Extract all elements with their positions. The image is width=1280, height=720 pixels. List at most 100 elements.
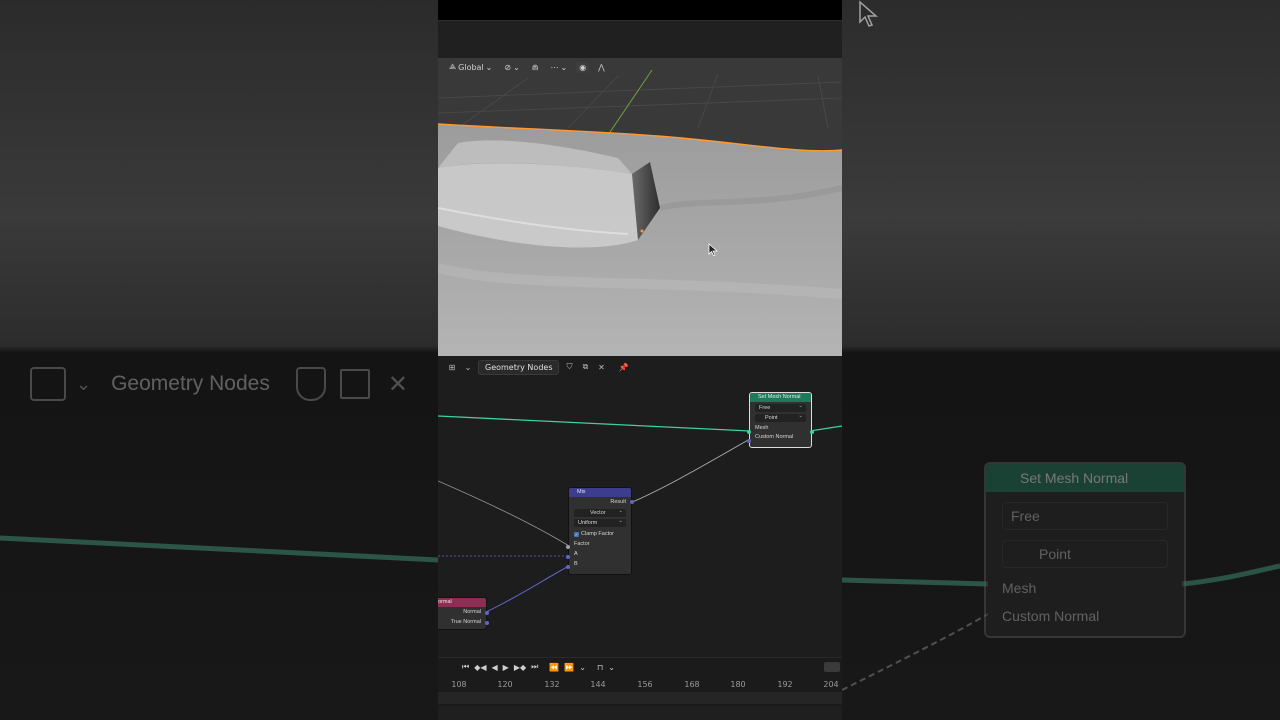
mesh-input-socket[interactable]	[747, 430, 751, 434]
set-mesh-normal-node[interactable]: Set Mesh Normal Free Point Mesh Custom N…	[747, 392, 814, 448]
clamp-factor-row[interactable]: ✓ Clamp Factor	[569, 529, 631, 539]
jump-start-icon[interactable]: ⏮	[462, 662, 469, 672]
timeline-track[interactable]	[438, 692, 842, 704]
background-right: Set Mesh Normal Free Point Mesh Custom N…	[842, 0, 1280, 720]
pivot-point-dropdown[interactable]: ⊘ ⌄	[501, 62, 522, 73]
data-type-dropdown[interactable]: Vector	[574, 507, 626, 517]
bg-editor-title: Geometry Nodes	[111, 372, 270, 395]
mesh-socket-label: Mesh	[755, 425, 769, 431]
node-editor[interactable]: ⊞ ⌄ Geometry Nodes ⛉ ⧉ ✕ 📌 Set Mesh Norm…	[438, 357, 842, 657]
mouse-cursor-icon	[708, 242, 719, 261]
bg-mode-field: Free	[1002, 502, 1168, 530]
frame-tick: 108	[451, 680, 467, 689]
viewport-header: ⟁ Global ⌄ ⊘ ⌄ ⋒ ⋯ ⌄ ◉ ⋀	[438, 58, 842, 76]
bg-close-icon: ✕	[387, 370, 408, 398]
next-marker-icon[interactable]: ⏩	[564, 663, 574, 672]
bg-set-mesh-normal-node: Set Mesh Normal Free Point Mesh Custom N…	[984, 462, 1186, 638]
a-socket-label: A	[574, 551, 578, 557]
jump-end-icon[interactable]: ⏭	[531, 662, 538, 672]
proportional-edit-toggle[interactable]: ◉	[576, 61, 590, 73]
result-socket-label: Result	[610, 499, 626, 505]
chevron-down-icon: ⌄	[560, 62, 568, 72]
snap-increment-icon: ⋯	[550, 62, 559, 72]
orientation-label: Global	[458, 62, 484, 72]
geometry-output-link	[809, 425, 842, 432]
bg-node-title: Set Mesh Normal	[986, 464, 1184, 492]
factor-link	[438, 480, 570, 547]
factor-mode-dropdown[interactable]: Uniform	[574, 517, 626, 527]
transform-orientation-dropdown[interactable]: ⟁ Global ⌄	[446, 61, 495, 73]
bg-editor-type-icon	[30, 367, 66, 401]
mix-node[interactable]: Mix Result Vector Uniform ✓ Clamp Factor…	[566, 487, 634, 575]
a-input-socket[interactable]	[566, 555, 570, 559]
b-input-socket[interactable]	[566, 565, 570, 569]
bg-mesh-socket: Mesh	[1002, 580, 1037, 596]
snap-toggle[interactable]: ⋒	[529, 62, 542, 73]
background-left: ⌄ Geometry Nodes ✕	[0, 0, 438, 720]
result-link	[629, 438, 751, 504]
node-title: Set Mesh Normal	[750, 393, 811, 402]
node-title: Mix	[569, 488, 631, 497]
bg-chevron-down-icon: ⌄	[76, 373, 92, 395]
frame-tick: 120	[497, 680, 513, 689]
normal-node[interactable]: ormal Normal True Normal	[438, 597, 489, 630]
chevron-down-icon: ⌄	[513, 62, 520, 72]
chevron-down-icon[interactable]: ⌄	[579, 663, 586, 672]
bg-shield-icon	[295, 367, 326, 401]
normal-socket-label: Normal	[463, 609, 481, 615]
node-title: ormal	[438, 598, 486, 607]
bg-custom-normal-socket: Custom Normal	[1002, 608, 1100, 624]
clamp-factor-label: Clamp Factor	[581, 531, 615, 537]
frame-tick: 144	[590, 680, 606, 689]
frame-field[interactable]	[824, 662, 840, 672]
play-reverse-icon[interactable]: ◀	[492, 663, 498, 672]
mode-dropdown[interactable]: Free	[755, 402, 806, 412]
proportional-edit-icon: ◉	[579, 62, 587, 72]
top-bar	[438, 20, 842, 59]
3d-viewport[interactable]: ⟁ Global ⌄ ⊘ ⌄ ⋒ ⋯ ⌄ ◉ ⋀	[438, 58, 842, 356]
frame-tick: 192	[777, 680, 793, 689]
snap-target-dropdown[interactable]: ⋯ ⌄	[547, 62, 570, 73]
frame-tick: 132	[544, 680, 560, 689]
bg-editor-header: ⌄ Geometry Nodes ✕	[30, 362, 408, 406]
frame-tick: 204	[823, 680, 839, 689]
falloff-dropdown[interactable]: ⋀	[595, 62, 608, 73]
magnet-icon: ⋒	[531, 62, 539, 72]
custom-normal-socket-label: Custom Normal	[755, 434, 794, 440]
chevron-down-icon[interactable]: ⌄	[608, 663, 615, 672]
b-socket-label: B	[574, 561, 578, 567]
frame-tick: 168	[684, 680, 700, 689]
bg-cursor-icon	[858, 0, 882, 32]
bg-copy-icon	[339, 369, 370, 399]
timeline: ⏮ ◆◀ ◀ ▶ ▶◆ ⏭ ⏪ ⏩ ⌄ ⊓ ⌄ 108 120 132 144 …	[438, 657, 842, 720]
true-normal-output-socket[interactable]	[485, 621, 489, 625]
custom-normal-input-socket[interactable]	[747, 439, 751, 443]
orientation-icon: ⟁	[449, 62, 457, 71]
top-letterbox	[438, 0, 842, 20]
next-keyframe-icon[interactable]: ▶◆	[514, 663, 526, 672]
prev-keyframe-icon[interactable]: ◆◀	[474, 663, 486, 672]
frame-tick: 180	[730, 680, 746, 689]
domain-dropdown[interactable]: Point	[755, 412, 806, 422]
true-normal-socket-label: True Normal	[450, 619, 481, 625]
mesh-output-socket[interactable]	[810, 430, 814, 434]
prev-marker-icon[interactable]: ⏪	[549, 663, 559, 672]
chevron-down-icon: ⌄	[485, 62, 493, 72]
b-link	[485, 565, 570, 613]
factor-socket-label: Factor	[574, 541, 590, 547]
auto-keying-icon[interactable]: ⊓	[597, 663, 603, 672]
bg-geometry-link	[0, 535, 438, 563]
geometry-link	[438, 415, 751, 432]
factor-input-socket[interactable]	[566, 545, 570, 549]
result-output-socket[interactable]	[630, 500, 634, 504]
frame-ruler[interactable]: 108 120 132 144 156 168 180 192 204	[438, 678, 842, 692]
frame-tick: 156	[637, 680, 653, 689]
play-icon[interactable]: ▶	[503, 663, 509, 672]
playback-controls: ⏮ ◆◀ ◀ ▶ ▶◆ ⏭ ⏪ ⏩ ⌄ ⊓ ⌄	[438, 660, 842, 674]
normal-output-socket[interactable]	[485, 611, 489, 615]
bg-domain-field: Point	[1002, 540, 1168, 568]
timeline-footer	[438, 706, 842, 720]
pivot-icon: ⊘	[504, 62, 512, 72]
clamp-factor-checkbox[interactable]: ✓	[574, 531, 579, 537]
falloff-curve-icon: ⋀	[598, 62, 605, 72]
